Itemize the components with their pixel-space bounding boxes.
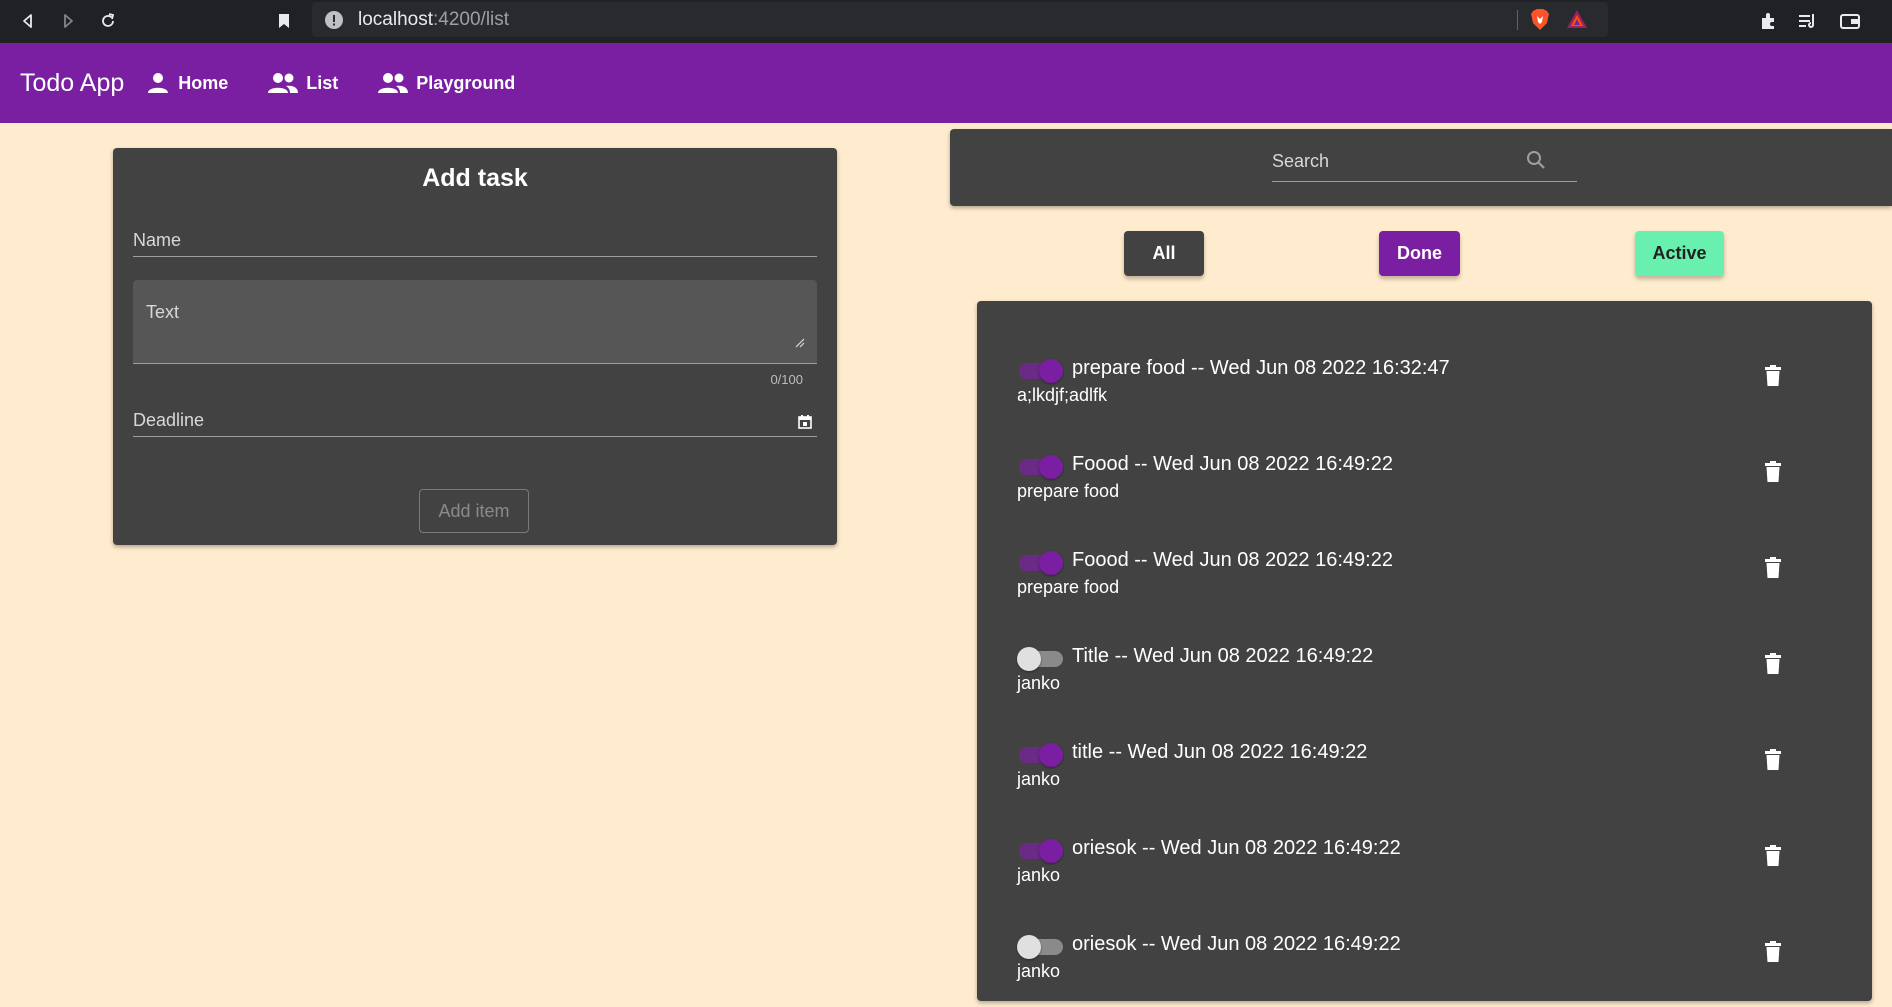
brave-shield-icon[interactable] — [1530, 8, 1550, 37]
task-item: oriesok -- Wed Jun 08 2022 16:49:22 janko — [1017, 831, 1837, 911]
done-toggle[interactable] — [1017, 933, 1063, 959]
name-field[interactable] — [133, 256, 817, 257]
task-title: Foood -- Wed Jun 08 2022 16:49:22 — [1072, 453, 1393, 475]
done-toggle[interactable] — [1017, 741, 1063, 767]
task-item: Foood -- Wed Jun 08 2022 16:49:22 prepare… — [1017, 543, 1837, 623]
wallet-icon[interactable] — [1838, 9, 1862, 33]
task-item: title -- Wed Jun 08 2022 16:49:22 janko — [1017, 735, 1837, 815]
search-input[interactable]: Search — [1272, 151, 1329, 172]
url-host: localhost — [358, 8, 433, 30]
task-text: prepare food — [1017, 577, 1120, 597]
task-title: prepare food -- Wed Jun 08 2022 16:32:47 — [1072, 357, 1450, 379]
app-toolbar: Todo App Home List Playground — [0, 43, 1892, 123]
done-toggle[interactable] — [1017, 549, 1063, 575]
task-text: a;lkdjf;adlfk — [1017, 385, 1108, 405]
delete-icon[interactable] — [1765, 365, 1781, 392]
task-title: oriesok -- Wed Jun 08 2022 16:49:22 — [1072, 837, 1401, 859]
address-bar[interactable]: localhost:4200/list — [312, 2, 1608, 37]
filter-active-button[interactable]: Active — [1635, 231, 1724, 276]
app-title[interactable]: Todo App — [20, 69, 124, 98]
info-icon[interactable] — [324, 10, 344, 30]
browser-chrome: localhost:4200/list — [0, 0, 1892, 43]
task-title: Foood -- Wed Jun 08 2022 16:49:22 — [1072, 549, 1393, 571]
name-field-label[interactable]: Name — [133, 230, 181, 251]
forward-icon[interactable] — [56, 9, 80, 33]
deadline-field-label[interactable]: Deadline — [133, 410, 204, 431]
task-title: oriesok -- Wed Jun 08 2022 16:49:22 — [1072, 933, 1401, 955]
delete-icon[interactable] — [1765, 749, 1781, 776]
task-text: janko — [1017, 961, 1061, 981]
filter-all-button[interactable]: All — [1124, 231, 1204, 276]
search-underline — [1272, 181, 1577, 182]
filter-done-button[interactable]: Done — [1379, 231, 1460, 276]
calendar-icon[interactable] — [797, 414, 813, 435]
text-field-label: Text — [146, 302, 180, 322]
nav-playground[interactable]: Playground — [378, 71, 515, 95]
extensions-icon[interactable] — [1756, 9, 1780, 33]
task-item: oriesok -- Wed Jun 08 2022 16:49:22 janko — [1017, 927, 1837, 1007]
resize-handle-icon[interactable] — [795, 335, 805, 353]
done-toggle[interactable] — [1017, 453, 1063, 479]
bookmark-icon[interactable] — [272, 9, 296, 33]
reload-icon[interactable] — [96, 9, 120, 33]
delete-icon[interactable] — [1765, 461, 1781, 488]
search-icon[interactable] — [1525, 149, 1547, 176]
add-item-button[interactable]: Add item — [419, 489, 529, 533]
nav-list-label: List — [306, 72, 339, 93]
nav-home[interactable]: Home — [146, 71, 228, 95]
char-counter: 0/100 — [770, 372, 803, 387]
delete-icon[interactable] — [1765, 653, 1781, 680]
task-text: prepare food — [1017, 481, 1120, 501]
nav-list[interactable]: List — [268, 71, 338, 95]
delete-icon[interactable] — [1765, 941, 1781, 968]
task-title: Title -- Wed Jun 08 2022 16:49:22 — [1072, 645, 1374, 667]
nav-home-label: Home — [178, 72, 229, 93]
done-toggle[interactable] — [1017, 645, 1063, 671]
divider — [1517, 10, 1518, 30]
search-card: Search — [950, 129, 1892, 206]
people-icon — [378, 73, 409, 93]
reading-list-icon[interactable] — [1796, 9, 1820, 33]
task-text: janko — [1017, 865, 1061, 885]
people-icon — [268, 73, 299, 93]
task-item: Title -- Wed Jun 08 2022 16:49:22 janko — [1017, 639, 1837, 719]
back-icon[interactable] — [16, 9, 40, 33]
task-title: title -- Wed Jun 08 2022 16:49:22 — [1072, 741, 1368, 763]
url-path: :4200/list — [433, 8, 510, 30]
person-icon — [148, 73, 169, 93]
deadline-field[interactable] — [133, 436, 817, 437]
add-task-title: Add task — [422, 164, 528, 192]
delete-icon[interactable] — [1765, 557, 1781, 584]
add-task-card: Add task Name Text 0/100 Deadline Add it… — [113, 148, 837, 545]
rewards-triangle-icon[interactable] — [1566, 9, 1588, 35]
task-item: Foood -- Wed Jun 08 2022 16:49:22 prepare… — [1017, 447, 1837, 527]
done-toggle[interactable] — [1017, 837, 1063, 863]
task-list: prepare food -- Wed Jun 08 2022 16:32:47… — [977, 301, 1872, 1001]
done-toggle[interactable] — [1017, 357, 1063, 383]
task-text: janko — [1017, 673, 1061, 693]
task-text: janko — [1017, 769, 1061, 789]
task-item: prepare food -- Wed Jun 08 2022 16:32:47… — [1017, 351, 1837, 431]
text-field[interactable]: Text — [133, 280, 817, 364]
delete-icon[interactable] — [1765, 845, 1781, 872]
nav-playground-label: Playground — [416, 72, 516, 93]
